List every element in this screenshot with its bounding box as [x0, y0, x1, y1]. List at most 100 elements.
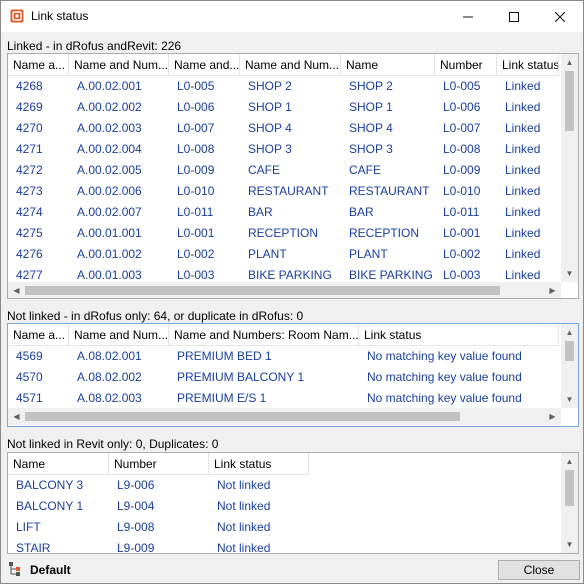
column-header[interactable]: Link status [497, 54, 559, 76]
column-header[interactable]: Name [341, 54, 435, 76]
linked-grid-rows: 4268 A.00.02.001 L0-005 SHOP 2 SHOP 2 L0-005 L… [8, 76, 559, 286]
scroll-up-arrow-icon[interactable]: ▲ [561, 324, 578, 341]
table-row[interactable]: 4571 A.08.02.003 PREMIUM E/S 1 No matching … [8, 388, 559, 409]
table-cell: 4274 [16, 205, 43, 219]
table-cell: 4276 [16, 247, 43, 261]
table-row[interactable]: 4268 A.00.02.001 L0-005 SHOP 2 SHOP 2 L0-005 L… [8, 76, 559, 97]
revit-only-grid-rows: BALCONY 3 L9-006 Not linked BALCONY 1 L9-004… [8, 475, 309, 554]
column-header[interactable]: Name and Num... [69, 54, 169, 76]
linked-horizontal-scrollbar[interactable]: ◀ ▶ [8, 282, 561, 298]
table-cell: Linked [505, 205, 541, 219]
column-header[interactable]: Name and Num... [69, 324, 169, 346]
linked-section-label: Linked - in dRofus andRevit: 226 [7, 39, 182, 53]
table-row[interactable]: STAIR L9-009 Not linked [8, 538, 309, 554]
table-cell: Linked [505, 121, 541, 135]
scroll-down-arrow-icon[interactable]: ▼ [561, 265, 578, 282]
not-linked-vertical-scroll-thumb[interactable] [565, 341, 574, 361]
table-row[interactable]: 4273 A.00.02.006 L0-010 RESTAURANT RESTAURAN… [8, 181, 559, 202]
table-cell: SHOP 4 [248, 121, 292, 135]
maximize-button[interactable] [491, 1, 537, 32]
scroll-left-arrow-icon[interactable]: ◀ [8, 408, 25, 425]
table-cell: RECEPTION [248, 226, 319, 240]
table-row[interactable]: 4274 A.00.02.007 L0-011 BAR BAR L0-011 Linked [8, 202, 559, 223]
table-cell: A.00.02.007 [77, 205, 142, 219]
close-window-button[interactable] [537, 1, 583, 32]
column-header[interactable]: Name and Num... [240, 54, 341, 76]
column-header[interactable]: Name and... [169, 54, 240, 76]
table-cell: L9-009 [117, 541, 155, 554]
table-row[interactable]: 4272 A.00.02.005 L0-009 CAFE CAFE L0-009 Linke… [8, 160, 559, 181]
linked-vertical-scrollbar[interactable]: ▲ ▼ [561, 54, 578, 282]
table-cell: BALCONY 1 [16, 499, 84, 513]
table-cell: L0-001 [443, 226, 481, 240]
maximize-icon [509, 11, 519, 22]
table-row[interactable]: 4270 A.00.02.003 L0-007 SHOP 4 SHOP 4 L0-007 L… [8, 118, 559, 139]
table-cell: BAR [248, 205, 273, 219]
table-cell: L0-010 [177, 184, 215, 198]
table-cell: L0-010 [443, 184, 481, 198]
table-cell: A.00.02.003 [77, 121, 142, 135]
table-cell: BAR [349, 205, 374, 219]
linked-horizontal-scroll-thumb[interactable] [25, 286, 500, 295]
tree-hierarchy-icon [9, 562, 20, 576]
revit-only-vertical-scroll-thumb[interactable] [565, 470, 574, 506]
table-row[interactable]: 4269 A.00.02.002 L0-006 SHOP 1 SHOP 1 L0-006 L… [8, 97, 559, 118]
table-cell: SHOP 2 [248, 79, 292, 93]
table-cell: PLANT [349, 247, 388, 261]
linked-vertical-scroll-thumb[interactable] [565, 71, 574, 131]
not-linked-grid[interactable]: Name a... Name and Num... Name and Numbers… [7, 323, 579, 427]
table-cell: CAFE [248, 163, 281, 177]
not-linked-horizontal-scroll-thumb[interactable] [25, 412, 460, 421]
close-button[interactable]: Close [498, 560, 580, 580]
scroll-left-arrow-icon[interactable]: ◀ [8, 282, 25, 298]
table-cell: RESTAURANT [349, 184, 430, 198]
table-cell: 4270 [16, 121, 43, 135]
table-cell: L0-001 [177, 226, 215, 240]
table-cell: 4268 [16, 79, 43, 93]
revit-only-grid[interactable]: Name Number Link status BALCONY 3 L9-006 Not… [7, 452, 579, 554]
table-row[interactable]: 4570 A.08.02.002 PREMIUM BALCONY 1 No match… [8, 367, 559, 388]
column-header[interactable]: Number [109, 453, 209, 475]
table-cell: L0-008 [443, 142, 481, 156]
not-linked-grid-header: Name a... Name and Num... Name and Numbers… [8, 324, 559, 346]
scroll-up-arrow-icon[interactable]: ▲ [561, 54, 578, 71]
table-row[interactable]: 4275 A.00.01.001 L0-001 RECEPTION RECEPTION L… [8, 223, 559, 244]
default-label[interactable]: Default [30, 563, 71, 577]
table-cell: 4571 [16, 391, 43, 405]
column-header[interactable]: Link status [209, 453, 309, 475]
not-linked-horizontal-scrollbar[interactable]: ◀ ▶ [8, 408, 561, 425]
table-row[interactable]: 4271 A.00.02.004 L0-008 SHOP 3 SHOP 3 L0-008 L… [8, 139, 559, 160]
scroll-down-arrow-icon[interactable]: ▼ [561, 391, 578, 408]
table-cell: PREMIUM E/S 1 [177, 391, 267, 405]
table-cell: L9-008 [117, 520, 155, 534]
scroll-down-arrow-icon[interactable]: ▼ [561, 536, 578, 553]
table-row[interactable]: LIFT L9-008 Not linked [8, 517, 309, 538]
scroll-right-arrow-icon[interactable]: ▶ [544, 282, 561, 298]
table-row[interactable]: 4569 A.08.02.001 PREMIUM BED 1 No matching … [8, 346, 559, 367]
column-header[interactable]: Name a... [8, 324, 69, 346]
linked-grid[interactable]: Name a... Name and Num... Name and... Name … [7, 53, 579, 299]
table-cell: L9-006 [117, 478, 155, 492]
column-header[interactable]: Name and Numbers: Room Nam... [169, 324, 359, 346]
scroll-right-arrow-icon[interactable]: ▶ [544, 408, 561, 425]
table-row[interactable]: 4276 A.00.01.002 L0-002 PLANT PLANT L0-002 Lin… [8, 244, 559, 265]
table-row[interactable]: BALCONY 1 L9-004 Not linked [8, 496, 309, 517]
table-cell: 4275 [16, 226, 43, 240]
column-header[interactable]: Link status [359, 324, 559, 346]
minimize-button[interactable] [445, 1, 491, 32]
table-cell: SHOP 2 [349, 79, 393, 93]
table-cell: SHOP 4 [349, 121, 393, 135]
column-header[interactable]: Name [8, 453, 109, 475]
table-row[interactable]: BALCONY 3 L9-006 Not linked [8, 475, 309, 496]
column-header[interactable]: Name a... [8, 54, 69, 76]
title-bar: Link status [1, 1, 583, 32]
scroll-up-arrow-icon[interactable]: ▲ [561, 453, 578, 470]
not-linked-vertical-scrollbar[interactable]: ▲ ▼ [561, 324, 578, 408]
table-cell: RESTAURANT [248, 184, 329, 198]
table-cell: Linked [505, 247, 541, 261]
revit-only-vertical-scrollbar[interactable]: ▲ ▼ [561, 453, 578, 553]
revit-only-section-label: Not linked in Revit only: 0, Duplicates:… [7, 437, 219, 451]
table-cell: PREMIUM BED 1 [177, 349, 272, 363]
column-header[interactable]: Number [435, 54, 497, 76]
table-cell: 4271 [16, 142, 43, 156]
